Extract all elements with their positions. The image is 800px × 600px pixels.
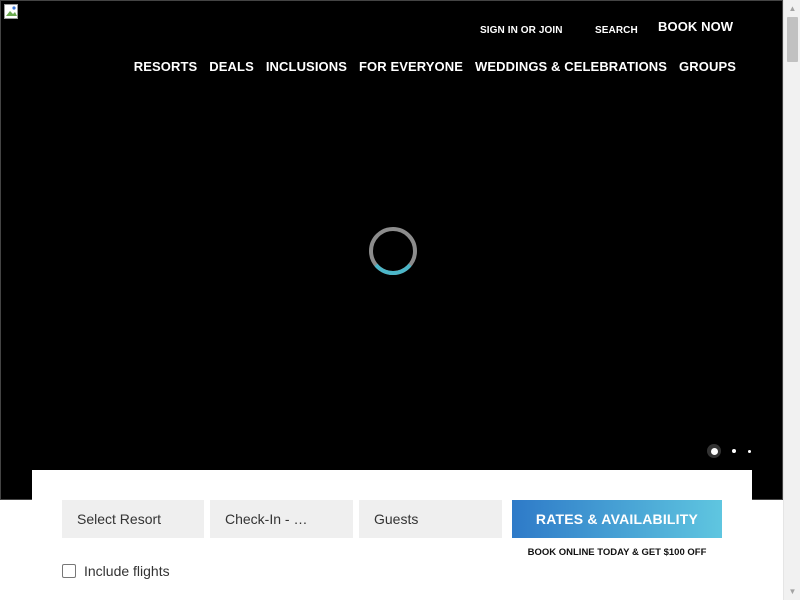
guests-field[interactable]: Guests — [359, 500, 502, 538]
loading-spinner-icon — [369, 227, 417, 276]
include-flights-label: Include flights — [84, 563, 170, 579]
broken-image-icon — [4, 4, 18, 19]
search-link[interactable]: SEARCH — [595, 25, 638, 36]
include-flights-option[interactable]: Include flights — [62, 563, 170, 579]
carousel-dots — [707, 444, 751, 458]
page-viewport: SIGN IN OR JOIN SEARCH BOOK NOW RESORTS … — [0, 0, 783, 600]
book-now-link[interactable]: BOOK NOW — [658, 19, 733, 34]
nav-item-inclusions[interactable]: INCLUSIONS — [266, 59, 347, 74]
nav-item-deals[interactable]: DEALS — [209, 59, 254, 74]
select-resort-field[interactable]: Select Resort — [62, 500, 204, 538]
nav-item-resorts[interactable]: RESORTS — [134, 59, 198, 74]
vertical-scrollbar[interactable]: ▲ ▼ — [783, 0, 800, 600]
check-in-field[interactable]: Check-In - … — [210, 500, 353, 538]
scroll-up-arrow-icon[interactable]: ▲ — [784, 0, 800, 17]
scroll-down-arrow-icon[interactable]: ▼ — [784, 583, 800, 600]
nav-item-for-everyone[interactable]: FOR EVERYONE — [359, 59, 463, 74]
carousel-dot-active[interactable] — [707, 444, 721, 458]
include-flights-checkbox[interactable] — [62, 564, 76, 578]
hero-section: SIGN IN OR JOIN SEARCH BOOK NOW RESORTS … — [0, 0, 783, 500]
scrollbar-thumb[interactable] — [787, 17, 798, 62]
carousel-dot[interactable] — [748, 449, 751, 453]
sign-in-link[interactable]: SIGN IN OR JOIN — [480, 25, 563, 36]
main-nav: RESORTS DEALS INCLUSIONS FOR EVERYONE WE… — [134, 59, 736, 74]
promo-text: BOOK ONLINE TODAY & GET $100 OFF — [527, 547, 707, 558]
booking-widget: Select Resort Check-In - … Guests RATES … — [32, 470, 752, 600]
nav-item-groups[interactable]: GROUPS — [679, 59, 736, 74]
rates-availability-button[interactable]: RATES & AVAILABILITY — [512, 500, 722, 538]
nav-item-weddings[interactable]: WEDDINGS & CELEBRATIONS — [475, 59, 667, 74]
carousel-dot[interactable] — [732, 449, 736, 453]
